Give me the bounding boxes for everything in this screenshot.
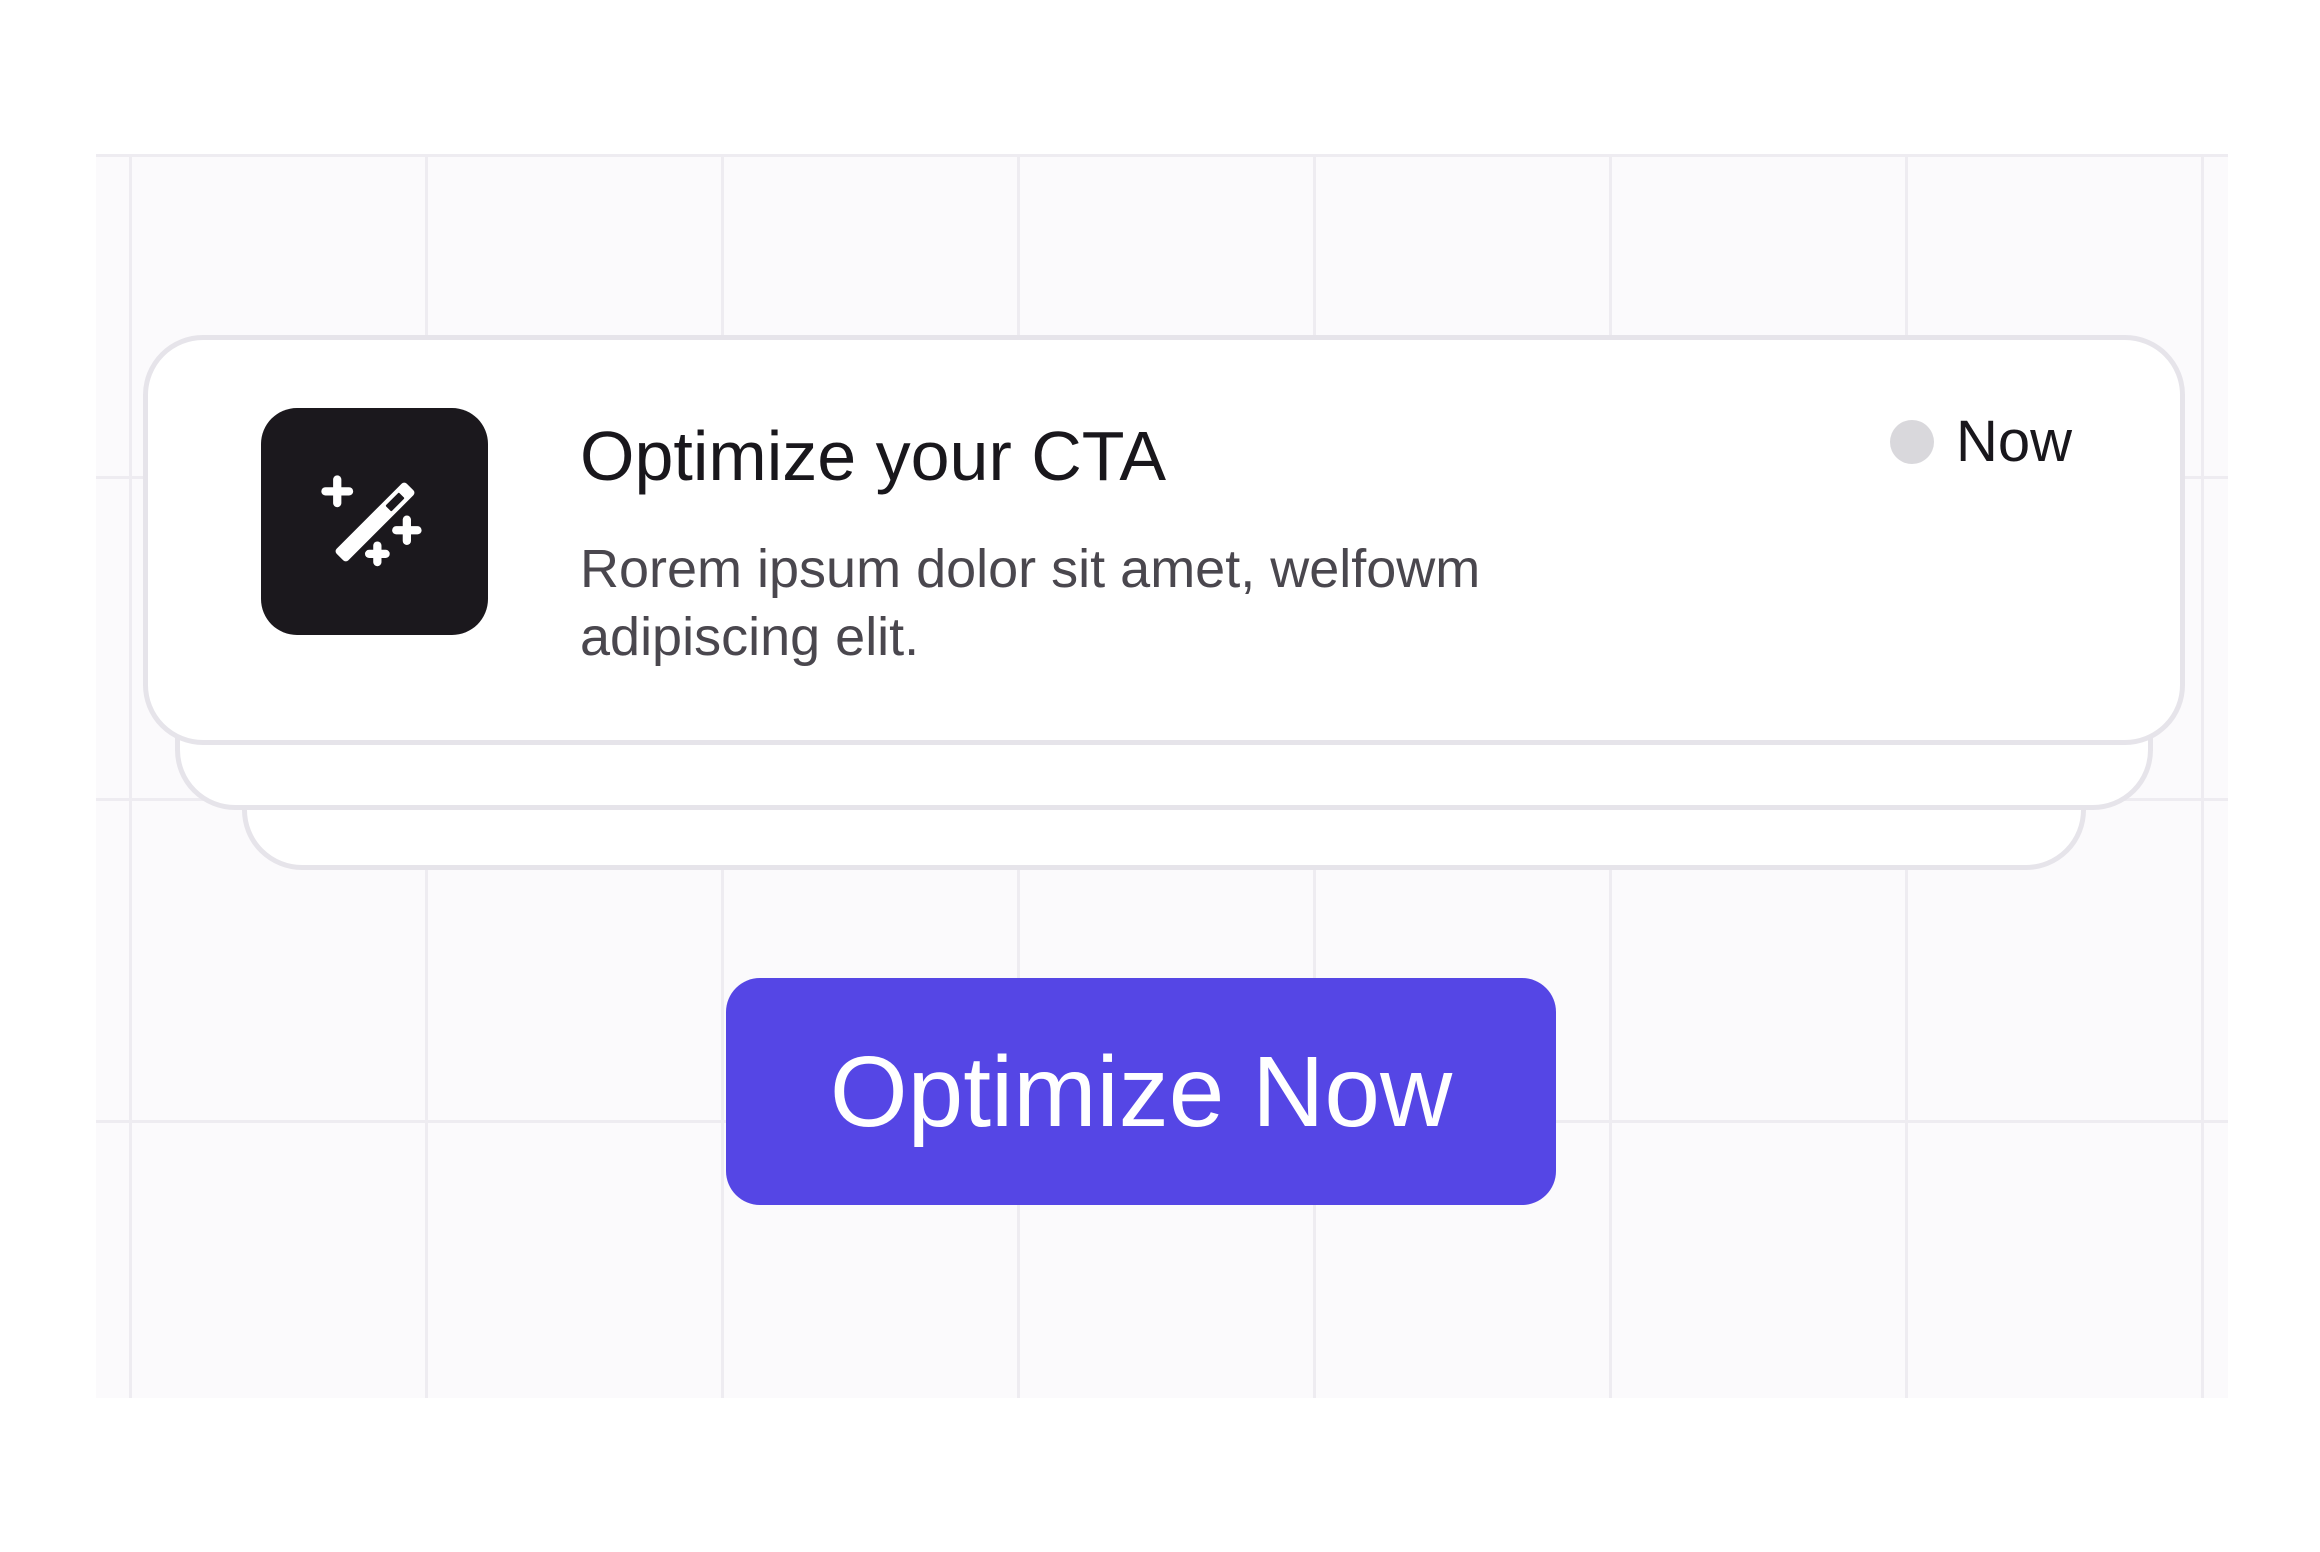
- optimize-now-button[interactable]: Optimize Now: [726, 978, 1556, 1205]
- status-dot: [1890, 420, 1934, 464]
- status-label: Now: [1956, 409, 2073, 474]
- magic-wand-icon-glyph: [320, 474, 422, 566]
- magic-wand-icon: [261, 408, 488, 635]
- notification-title: Optimize your CTA: [580, 417, 1167, 495]
- notification-status: Now: [1890, 413, 2072, 471]
- notification-card[interactable]: Optimize your CTA Rorem ipsum dolor sit …: [143, 335, 2185, 745]
- notification-body: Rorem ipsum dolor sit amet, welfowm adip…: [580, 539, 1481, 667]
